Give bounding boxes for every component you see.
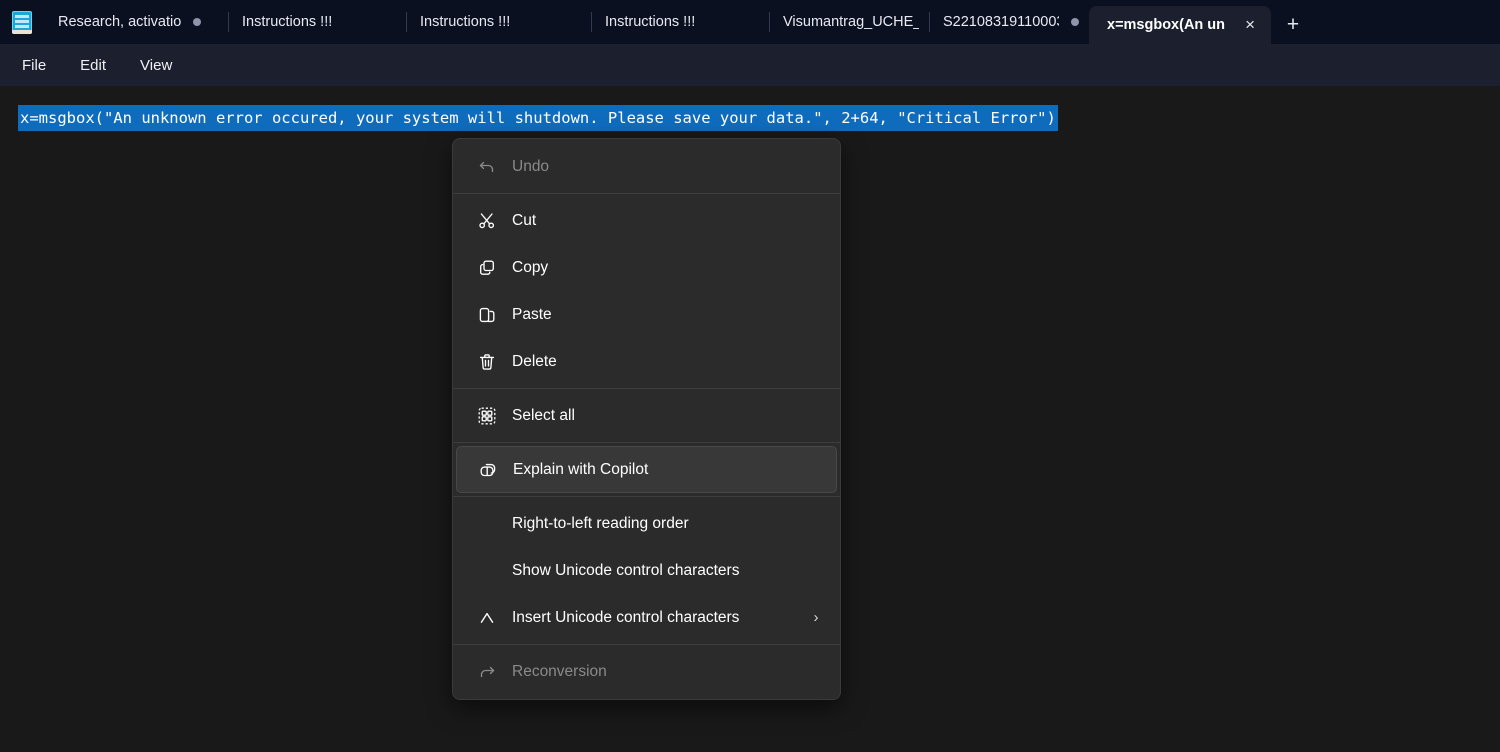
- context-menu-item-label: Reconversion: [512, 662, 607, 680]
- context-menu-item-delete[interactable]: Delete: [456, 338, 837, 385]
- tab-label: Instructions !!!: [242, 14, 333, 30]
- tab-item[interactable]: S221083191100037: [929, 0, 1089, 44]
- context-menu-item-cut[interactable]: Cut: [456, 197, 837, 244]
- chevron-right-icon: ›: [813, 609, 819, 626]
- copilot-icon: [473, 458, 503, 482]
- scissors-icon: [472, 209, 502, 233]
- new-tab-button[interactable]: +: [1271, 6, 1315, 44]
- context-menu-item-label: Delete: [512, 352, 557, 370]
- menubar-item-file[interactable]: File: [8, 51, 60, 80]
- context-menu-separator: [453, 496, 840, 497]
- context-menu-item-label: Select all: [512, 406, 575, 424]
- trash-icon: [472, 350, 502, 374]
- context-menu-item-label: Undo: [512, 157, 550, 175]
- menu-bar: File Edit View: [0, 44, 1500, 86]
- context-menu-item-copy[interactable]: Copy: [456, 244, 837, 291]
- tab-unsaved-dot: [193, 18, 202, 26]
- context-menu-item-show-unicode-control-characters[interactable]: Show Unicode control characters: [456, 547, 837, 594]
- tab-unsaved-dot: [1071, 18, 1079, 26]
- context-menu-item-reconversion: Reconversion: [456, 648, 837, 695]
- none: [472, 512, 502, 536]
- context-menu-item-label: Explain with Copilot: [513, 460, 649, 478]
- tab-separator: [406, 12, 407, 32]
- context-menu-item-undo: Undo: [456, 143, 837, 190]
- redo-icon: [472, 660, 502, 684]
- context-menu-separator: [453, 193, 840, 194]
- context-menu-separator: [453, 644, 840, 645]
- context-menu-item-right-to-left-reading-order[interactable]: Right-to-left reading order: [456, 500, 837, 547]
- menubar-item-edit[interactable]: Edit: [66, 51, 120, 80]
- tab-separator: [769, 12, 770, 32]
- tab-label: Research, activatio: [58, 14, 182, 30]
- context-menu-item-select-all[interactable]: Select all: [456, 392, 837, 439]
- select-all-icon: [472, 404, 502, 428]
- context-menu-separator: [453, 442, 840, 443]
- editor-selected-text[interactable]: x=msgbox("An unknown error occured, your…: [18, 105, 1058, 131]
- tab-label: Instructions !!!: [605, 14, 696, 30]
- tab-bar: Research, activatio Instructions !!! Instr…: [0, 0, 1500, 44]
- tab-separator: [929, 12, 930, 32]
- context-menu-item-insert-unicode-control-characters[interactable]: Insert Unicode control characters ›: [456, 594, 837, 641]
- context-menu-item-paste[interactable]: Paste: [456, 291, 837, 338]
- notepad-window: Research, activatio Instructions !!! Instr…: [0, 0, 1500, 752]
- tab-item[interactable]: Research, activatio: [44, 0, 228, 44]
- tab-label: S221083191100037: [943, 14, 1059, 30]
- menubar-item-view[interactable]: View: [126, 51, 186, 80]
- tab-item[interactable]: Visumantrag_UCHE_2024: [769, 0, 929, 44]
- context-menu-item-label: Show Unicode control characters: [512, 561, 740, 579]
- context-menu-item-label: Paste: [512, 305, 552, 323]
- context-menu-item-label: Insert Unicode control characters: [512, 608, 740, 626]
- none: [472, 559, 502, 583]
- tab-item[interactable]: Instructions !!!: [406, 0, 591, 44]
- tab-label: x=msgbox(An un: [1107, 17, 1226, 33]
- tab-close-icon[interactable]: ×: [1235, 11, 1265, 39]
- tab-item[interactable]: Instructions !!!: [228, 0, 406, 44]
- copy-icon: [472, 256, 502, 280]
- context-menu-item-label: Copy: [512, 258, 549, 276]
- context-menu-item-explain-with-copilot[interactable]: Explain with Copilot: [456, 446, 837, 493]
- tab-label: Visumantrag_UCHE_2024: [783, 14, 919, 30]
- tab-separator: [228, 12, 229, 32]
- tab-item[interactable]: Instructions !!!: [591, 0, 769, 44]
- context-menu-item-label: Cut: [512, 211, 537, 229]
- context-menu: Undo Cut Copy Paste Delete Select all Explain …: [452, 138, 841, 700]
- tab-active[interactable]: x=msgbox(An un ×: [1089, 6, 1272, 44]
- clipboard-icon: [472, 303, 502, 327]
- context-menu-item-label: Right-to-left reading order: [512, 514, 689, 532]
- notepad-icon: [0, 0, 44, 44]
- context-menu-separator: [453, 388, 840, 389]
- tab-label: Instructions !!!: [420, 14, 511, 30]
- tab-separator: [591, 12, 592, 32]
- caret-up-icon: [472, 606, 502, 630]
- undo-icon: [472, 155, 502, 179]
